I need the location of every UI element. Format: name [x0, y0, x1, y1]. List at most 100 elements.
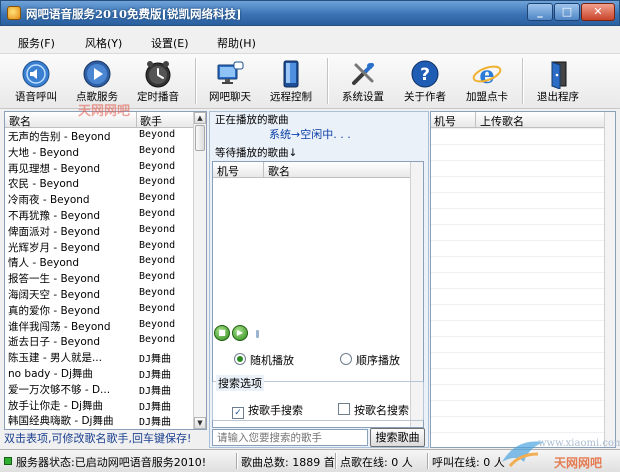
- song-artist-cell: Beyond: [139, 207, 176, 219]
- search-options-label: 搜索选项: [216, 375, 264, 391]
- column-divider[interactable]: [475, 112, 476, 127]
- song-row[interactable]: 报答一生 - Beyond Beyond: [5, 270, 195, 286]
- column-divider[interactable]: [136, 112, 137, 127]
- status-separator: [236, 453, 238, 469]
- song-row[interactable]: 爱一万次够不够 - D... DJ舞曲: [5, 381, 195, 397]
- search-by-artist-checkbox[interactable]: ✓: [232, 407, 244, 419]
- upload-list-grid: [431, 128, 606, 447]
- search-by-title-option[interactable]: 按歌名搜索: [338, 402, 409, 418]
- column-header-song[interactable]: 歌名: [9, 113, 31, 129]
- menu-settings[interactable]: 设置(E): [151, 35, 189, 51]
- exit-program-button[interactable]: 退出程序: [528, 54, 588, 108]
- column-header-upload-song[interactable]: 上传歌名: [480, 113, 524, 129]
- search-by-title-checkbox[interactable]: [338, 403, 350, 415]
- song-row[interactable]: 放手让你走 - Dj舞曲 DJ舞曲: [5, 397, 195, 413]
- song-artist-cell: Beyond: [139, 334, 176, 346]
- system-settings-button[interactable]: 系统设置: [333, 54, 393, 108]
- song-title-cell: 光辉岁月 - Beyond: [8, 241, 101, 254]
- song-row[interactable]: 无声的告别 - Beyond Beyond: [5, 128, 195, 144]
- song-title-cell: 陈玉建 - 男人就是...: [8, 352, 102, 365]
- song-row[interactable]: 俾面派对 - Beyond Beyond: [5, 223, 195, 239]
- menu-bar: 服务(F) 风格(Y) 设置(E) 帮助(H): [0, 30, 620, 52]
- scroll-down-arrow[interactable]: ▼: [194, 417, 206, 429]
- timed-broadcast-button[interactable]: 定时播音: [128, 54, 188, 108]
- random-play-radio[interactable]: [234, 353, 246, 365]
- song-row[interactable]: 韩国经典嗨歌 - Dj舞曲 DJ舞曲: [5, 412, 195, 428]
- sequence-play-radio[interactable]: [340, 353, 352, 365]
- player-controls: ■ ▶: [212, 325, 424, 343]
- song-service-button[interactable]: 点歌服务: [67, 54, 127, 108]
- song-row[interactable]: no bady - Dj舞曲 DJ舞曲: [5, 365, 195, 381]
- column-header-song[interactable]: 歌名: [268, 163, 290, 179]
- song-row[interactable]: 情人 - Beyond Beyond: [5, 254, 195, 270]
- song-row[interactable]: 农民 - Beyond Beyond: [5, 175, 195, 191]
- song-title-cell: 报答一生 - Beyond: [8, 273, 101, 286]
- song-list[interactable]: 歌名 歌手 无声的告别 - Beyond Beyond 大地 - Beyond Bey…: [4, 111, 207, 430]
- maximize-button[interactable]: □: [554, 3, 580, 21]
- timed-broadcast-label: 定时播音: [137, 91, 179, 103]
- song-title-cell: 情人 - Beyond: [8, 257, 80, 270]
- sequence-play-option[interactable]: 顺序播放: [340, 352, 400, 368]
- song-artist-cell: Beyond: [139, 192, 176, 204]
- netcafe-chat-button[interactable]: 网吧聊天: [200, 54, 260, 108]
- menu-help[interactable]: 帮助(H): [217, 35, 256, 51]
- svg-text:?: ?: [420, 65, 430, 85]
- song-row[interactable]: 不再犹豫 - Beyond Beyond: [5, 207, 195, 223]
- song-title-cell: 逝去日子 - Beyond: [8, 336, 101, 349]
- song-row[interactable]: 光辉岁月 - Beyond Beyond: [5, 239, 195, 255]
- column-header-machine[interactable]: 机号: [434, 113, 456, 129]
- voice-call-button[interactable]: 语音呼叫: [6, 54, 66, 108]
- chat-icon: [217, 61, 244, 84]
- stop-button[interactable]: ■: [214, 325, 230, 341]
- play-button[interactable]: ▶: [232, 325, 248, 341]
- toolbar: 语音呼叫 点歌服务 定时播音 网吧聊天 远程控制 系统设置 ? 关于作者 e 加…: [0, 53, 620, 109]
- search-songs-button[interactable]: 搜索歌曲: [370, 428, 425, 447]
- search-input[interactable]: [212, 429, 368, 446]
- song-artist-cell: Beyond: [139, 129, 176, 140]
- scroll-up-arrow[interactable]: ▲: [194, 112, 206, 124]
- close-button[interactable]: ✕: [581, 3, 615, 21]
- song-title-cell: 真的爱你 - Beyond: [8, 304, 101, 317]
- column-header-machine[interactable]: 机号: [217, 163, 239, 179]
- volume-slider[interactable]: [256, 330, 259, 338]
- menu-style[interactable]: 风格(Y): [85, 35, 122, 51]
- song-title-cell: no bady - Dj舞曲: [8, 367, 93, 380]
- song-row[interactable]: 冷雨夜 - Beyond Beyond: [5, 191, 195, 207]
- song-list-scrollbar[interactable]: ▲ ▼: [193, 112, 206, 429]
- remote-control-label: 远程控制: [270, 91, 312, 103]
- song-row[interactable]: 真的爱你 - Beyond Beyond: [5, 302, 195, 318]
- song-row[interactable]: 大地 - Beyond Beyond: [5, 144, 195, 160]
- song-title-cell: 谁伴我闯荡 - Beyond: [8, 320, 111, 333]
- tools-icon: [352, 63, 374, 85]
- play-icon: [83, 60, 111, 88]
- column-header-artist[interactable]: 歌手: [140, 113, 162, 129]
- song-total: 歌曲总数: 1889 首: [241, 456, 335, 469]
- column-divider[interactable]: [263, 162, 264, 177]
- scroll-thumb[interactable]: [195, 125, 205, 151]
- menu-service[interactable]: 服务(F): [18, 35, 55, 51]
- remote-control-button[interactable]: 远程控制: [261, 54, 321, 108]
- edit-hint: 双击表项,可修改歌名歌手,回车键保存!: [4, 432, 192, 445]
- title-bar[interactable]: 网吧语音服务2010免费版[锐凯网络科技] _ □ ✕: [0, 0, 620, 26]
- random-play-label: 随机播放: [250, 354, 294, 367]
- song-row[interactable]: 陈玉建 - 男人就是... DJ舞曲: [5, 349, 195, 365]
- random-play-option[interactable]: 随机播放: [234, 352, 294, 368]
- song-row[interactable]: 谁伴我闯荡 - Beyond Beyond: [5, 318, 195, 334]
- song-artist-cell: Beyond: [139, 302, 176, 314]
- exit-program-label: 退出程序: [537, 91, 579, 103]
- minimize-button[interactable]: _: [527, 3, 553, 21]
- about-author-button[interactable]: ? 关于作者: [395, 54, 455, 108]
- exit-icon: [551, 61, 567, 89]
- upload-list-scrollbar[interactable]: [604, 112, 615, 447]
- search-by-artist-option[interactable]: ✓ 按歌手搜索: [232, 402, 303, 419]
- song-artist-cell: Beyond: [139, 271, 176, 283]
- upload-list[interactable]: 机号 上传歌名: [430, 111, 616, 448]
- remote-icon: [283, 60, 299, 88]
- song-row[interactable]: 海阔天空 - Beyond Beyond: [5, 286, 195, 302]
- app-icon: [7, 6, 21, 20]
- join-card-button[interactable]: e 加盟点卡: [457, 54, 517, 108]
- song-row[interactable]: 逝去日子 - Beyond Beyond: [5, 333, 195, 349]
- app-window: 网吧语音服务2010免费版[锐凯网络科技] _ □ ✕ 服务(F) 风格(Y) …: [0, 0, 620, 472]
- now-playing-status: 系统→空闲中. . .: [269, 128, 351, 141]
- song-row[interactable]: 再见理想 - Beyond Beyond: [5, 160, 195, 176]
